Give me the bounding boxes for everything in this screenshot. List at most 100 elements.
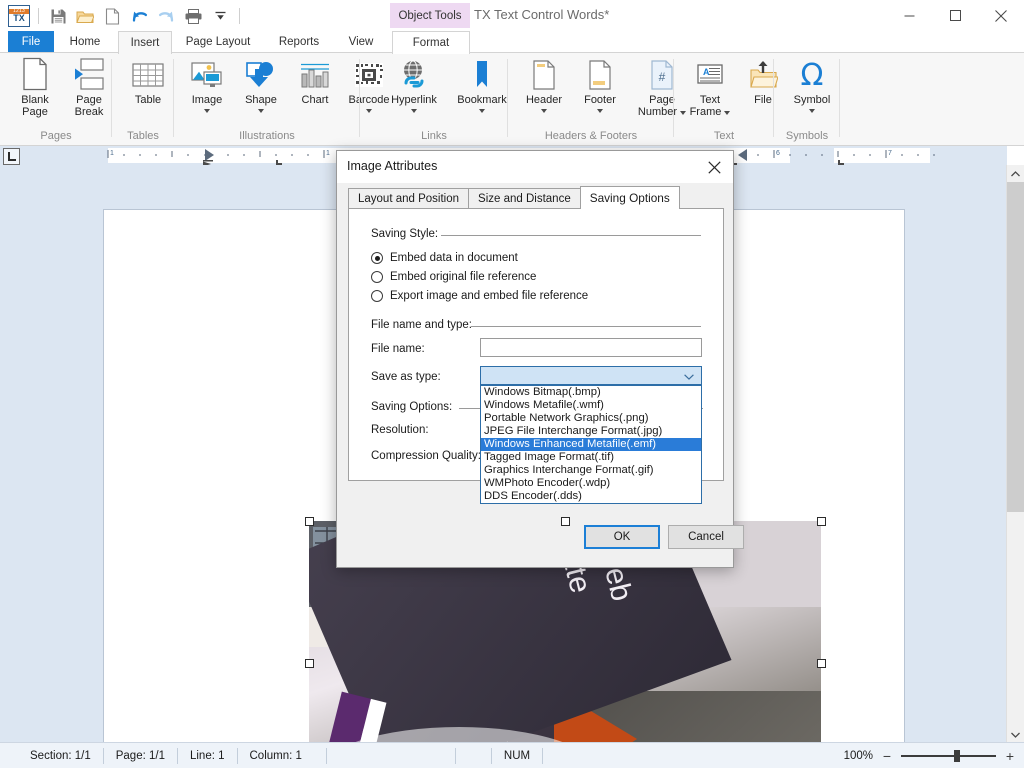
print-icon[interactable] — [182, 5, 204, 27]
footer-label: Footer — [584, 94, 616, 106]
zoom-slider-track — [901, 755, 996, 757]
svg-text:1: 1 — [110, 150, 114, 157]
tab-format[interactable]: Format — [392, 31, 470, 54]
tab-reports[interactable]: Reports — [266, 31, 332, 53]
radio-label: Embed original file reference — [390, 271, 536, 283]
shape-button[interactable]: Shape — [234, 55, 288, 117]
tab-view[interactable]: View — [334, 31, 388, 53]
cancel-button[interactable]: Cancel — [668, 525, 744, 549]
scrollbar-thumb[interactable] — [1007, 182, 1024, 512]
header-icon — [530, 57, 558, 91]
symbol-label: Symbol — [794, 94, 831, 106]
image-button[interactable]: Image — [180, 55, 234, 117]
dropdown-option-png[interactable]: Portable Network Graphics(.png) — [481, 412, 701, 425]
bookmark-button[interactable]: Bookmark — [448, 55, 516, 117]
maximize-icon[interactable] — [932, 0, 978, 31]
status-column: Column: 1 — [238, 743, 314, 768]
zoom-slider[interactable] — [901, 743, 996, 768]
radio-export-image-and-embed-file-reference[interactable]: Export image and embed file reference — [371, 290, 588, 302]
resize-handle-nw[interactable] — [305, 517, 314, 526]
ribbon-group-headers-footers: Header Footer # PageNumber Hea — [508, 53, 674, 145]
scroll-up-icon[interactable] — [1007, 165, 1024, 182]
file-name-input[interactable] — [480, 338, 702, 357]
save-as-type-label: Save as type: — [371, 371, 441, 383]
radio-embed-data-in-document[interactable]: Embed data in document — [371, 252, 518, 264]
chevron-down-icon[interactable] — [597, 106, 603, 115]
dropdown-option-jpg[interactable]: JPEG File Interchange Format(.jpg) — [481, 425, 701, 438]
radio-indicator — [371, 252, 383, 264]
blank-page-button[interactable]: BlankPage — [8, 55, 62, 120]
ribbon-group-illustrations-label: Illustrations — [174, 130, 360, 142]
chevron-down-icon[interactable] — [479, 106, 485, 115]
resize-handle-w[interactable] — [305, 659, 314, 668]
chevron-down-icon — [684, 369, 694, 383]
image-icon — [190, 57, 224, 91]
ribbon-group-illustrations: Image Shape Chart — [174, 53, 360, 145]
page-break-button[interactable]: PageBreak — [62, 55, 116, 120]
save-as-type-dropdown-list[interactable]: Windows Bitmap(.bmp) Windows Metafile(.w… — [480, 385, 702, 504]
saving-options-legend: Saving Options: — [371, 401, 457, 413]
tab-page-layout[interactable]: Page Layout — [172, 31, 264, 53]
radio-embed-original-file-reference[interactable]: Embed original file reference — [371, 271, 536, 283]
svg-text:1: 1 — [326, 150, 330, 157]
page-break-icon — [73, 57, 105, 91]
status-num-lock[interactable]: NUM — [492, 743, 542, 768]
hyperlink-button[interactable]: Hyperlink — [380, 55, 448, 117]
chevron-down-icon[interactable] — [411, 106, 417, 115]
saving-options-panel: Saving Style: Embed data in document Emb… — [348, 208, 724, 481]
tab-stop-selector[interactable] — [3, 148, 20, 165]
chevron-down-icon[interactable] — [204, 106, 210, 115]
header-button[interactable]: Header — [516, 55, 572, 117]
tab-layout-and-position[interactable]: Layout and Position — [348, 188, 469, 209]
chevron-down-icon[interactable] — [541, 106, 547, 115]
minimize-icon[interactable] — [886, 0, 932, 31]
symbol-button[interactable]: Ω Symbol — [780, 55, 844, 117]
undo-icon[interactable] — [128, 5, 150, 27]
tab-home[interactable]: Home — [54, 31, 116, 53]
table-button[interactable]: Table — [118, 55, 178, 108]
zoom-out-button[interactable]: − — [881, 749, 893, 763]
redo-icon[interactable] — [155, 5, 177, 27]
customize-qat-icon[interactable] — [209, 5, 231, 27]
dropdown-option-dds[interactable]: DDS Encoder(.dds) — [481, 490, 701, 503]
dropdown-option-wdp[interactable]: WMPhoto Encoder(.wdp) — [481, 477, 701, 490]
zoom-slider-thumb[interactable] — [954, 750, 960, 762]
close-icon[interactable] — [699, 155, 729, 179]
tab-file[interactable]: File — [8, 31, 54, 53]
text-frame-button[interactable]: A TextFrame — [682, 55, 738, 120]
new-document-icon[interactable] — [101, 5, 123, 27]
chevron-down-icon[interactable] — [258, 106, 264, 115]
chevron-down-icon[interactable] — [809, 106, 815, 115]
tab-saving-options[interactable]: Saving Options — [580, 186, 680, 209]
zoom-in-button[interactable]: + — [1004, 749, 1016, 763]
compression-quality-label: Compression Quality: — [371, 450, 481, 462]
svg-text:A: A — [703, 67, 710, 77]
ribbon-group-links: Hyperlink Bookmark Links — [360, 53, 508, 145]
zoom-controls: 100% − + — [844, 743, 1016, 768]
resize-handle-ne[interactable] — [817, 517, 826, 526]
ok-button[interactable]: OK — [584, 525, 660, 549]
dropdown-option-emf[interactable]: Windows Enhanced Metafile(.emf) — [481, 438, 701, 451]
ribbon-group-headers-footers-label: Headers & Footers — [508, 130, 674, 142]
save-icon[interactable] — [47, 5, 69, 27]
zoom-level-label: 100% — [844, 750, 873, 762]
dropdown-option-tif[interactable]: Tagged Image Format(.tif) — [481, 451, 701, 464]
vertical-scrollbar[interactable] — [1006, 165, 1024, 743]
dropdown-option-gif[interactable]: Graphics Interchange Format(.gif) — [481, 464, 701, 477]
open-icon[interactable] — [74, 5, 96, 27]
scroll-down-icon[interactable] — [1007, 726, 1024, 743]
resize-handle-e[interactable] — [817, 659, 826, 668]
tab-size-and-distance[interactable]: Size and Distance — [468, 188, 581, 209]
chart-button[interactable]: Chart — [288, 55, 342, 108]
save-as-type-combobox[interactable] — [480, 366, 702, 385]
close-icon[interactable] — [978, 0, 1024, 31]
footer-icon — [586, 57, 614, 91]
footer-button[interactable]: Footer — [572, 55, 628, 117]
tab-insert[interactable]: Insert — [118, 31, 172, 54]
dropdown-option-wmf[interactable]: Windows Metafile(.wmf) — [481, 399, 701, 412]
resize-handle-n[interactable] — [561, 517, 570, 526]
dropdown-option-bmp[interactable]: Windows Bitmap(.bmp) — [481, 386, 701, 399]
saving-style-rule — [441, 235, 701, 236]
hyperlink-icon — [396, 57, 432, 91]
page-number-icon: # — [648, 57, 676, 91]
